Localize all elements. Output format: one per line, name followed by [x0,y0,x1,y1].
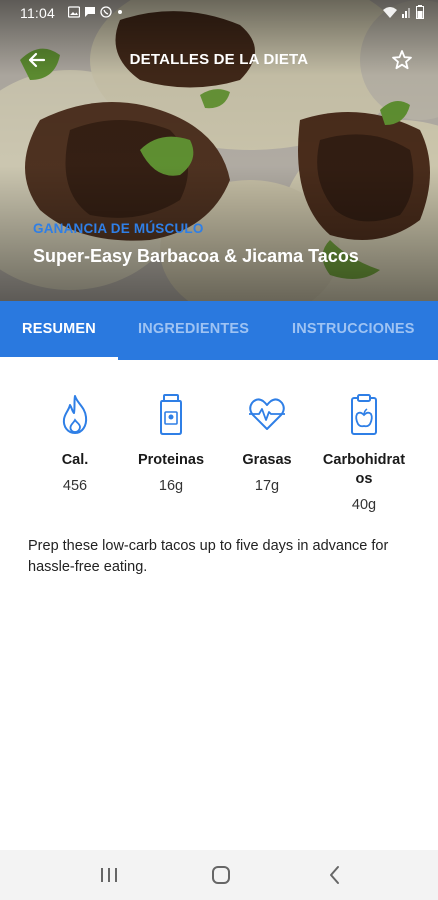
star-icon [392,50,412,70]
tab-instrucciones[interactable]: INSTRUCCIONES [292,301,415,360]
nutrition-value: 17g [254,478,280,494]
recipe-title: Super-Easy Barbacoa & Jicama Tacos [33,246,359,266]
protein-jar-icon [160,394,182,435]
clipboard-apple-icon [351,394,377,435]
wifi-icon [382,5,398,22]
system-navigation-bar [0,850,438,900]
message-icon [84,6,96,18]
active-tab-indicator [0,357,118,360]
status-time: 11:04 [20,5,55,21]
nutrition-item-fat: Grasas 17g [212,393,322,494]
nutrition-label: Cal. [61,452,89,468]
nutrition-label: Proteinas [137,452,205,468]
more-notifications-dot-icon [118,10,122,14]
heart-pulse-icon [249,398,285,430]
notification-icons [67,6,122,18]
screen: 11:04 DETALLES DE LA DIETA GANANCIA DE M… [0,0,438,900]
page-title: DETALLES DE LA DIETA [129,51,309,68]
nutrition-item-protein: Proteinas 16g [116,393,226,494]
nutrition-item-calories: Cal. 456 [20,393,130,494]
nutrition-item-carbs: Carbohidratos 40g [309,393,419,513]
recipe-description: Prep these low-carb tacos up to five day… [28,538,389,575]
battery-icon [416,5,424,22]
signal-icon [402,5,412,22]
tab-resumen[interactable]: RESUMEN [0,301,118,360]
nutrition-value: 40g [351,497,377,513]
nutrition-value: 16g [158,478,184,494]
recipe-hero: 11:04 DETALLES DE LA DIETA GANANCIA DE M… [0,0,438,301]
whatsapp-icon [100,6,112,18]
favorite-button[interactable] [388,46,416,74]
status-bar: 11:04 [0,0,438,28]
nutrition-label: Carbohidratos [322,452,406,487]
recent-apps-button[interactable] [96,863,122,887]
recipe-category: GANANCIA DE MÚSCULO [33,221,204,236]
nutrition-value: 456 [62,478,88,494]
nutrition-summary: Cal. 456 Proteinas 16g Grasas 17g Carboh… [0,393,438,523]
tab-bar: RESUMEN INGREDIENTES INSTRUCCIONES [0,301,438,360]
nutrition-label: Grasas [242,452,292,468]
gallery-icon [67,6,81,18]
home-icon [212,866,230,884]
home-button[interactable] [208,863,234,887]
system-icons [382,5,424,22]
recent-apps-icon [101,868,117,882]
chevron-left-icon [330,866,339,884]
system-back-button[interactable] [322,863,348,887]
tab-ingredientes[interactable]: INGREDIENTES [138,301,249,360]
app-bar: DETALLES DE LA DIETA [0,36,438,84]
flame-icon [62,395,88,434]
